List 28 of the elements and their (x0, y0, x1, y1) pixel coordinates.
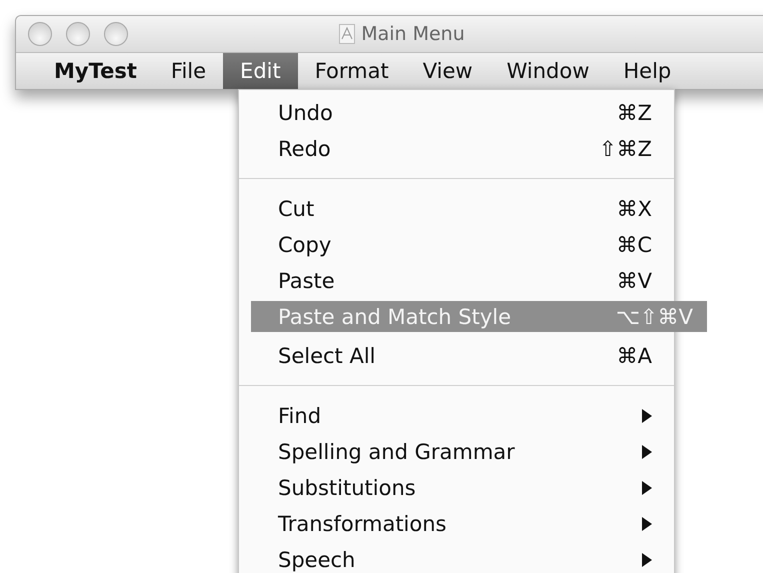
menu-bar-item[interactable]: Format (298, 53, 406, 89)
menu-item[interactable]: Transformations (239, 506, 674, 542)
submenu-arrow-icon (642, 517, 652, 531)
menu-item[interactable]: Substitutions (239, 470, 674, 506)
document-icon (339, 24, 356, 44)
menu-bar-item[interactable]: MyTest (37, 53, 154, 89)
submenu-arrow-icon (642, 553, 652, 567)
menu-item[interactable]: Redo ⇧⌘Z (239, 131, 674, 167)
submenu-arrow-icon (642, 481, 652, 495)
window-title: Main Menu (361, 23, 465, 45)
menu-bar-item[interactable]: Edit (223, 53, 298, 89)
submenu-arrow-icon (642, 445, 652, 459)
menu-bar-item[interactable]: File (154, 53, 224, 89)
menu-item[interactable]: Select All ⌘A (239, 338, 674, 374)
menu-bar-item[interactable]: View (406, 53, 490, 89)
zoom-button[interactable] (104, 22, 128, 46)
close-button[interactable] (28, 22, 52, 46)
menu-bar-item[interactable]: Help (606, 53, 688, 89)
menu-item[interactable]: Undo ⌘Z (239, 95, 674, 131)
minimize-button[interactable] (66, 22, 90, 46)
menu-item[interactable]: Find (239, 398, 674, 434)
menu-bar-item[interactable]: Window (490, 53, 606, 89)
submenu-arrow-icon (642, 409, 652, 423)
menu-item[interactable]: Speech (239, 542, 674, 573)
menu-item[interactable]: Copy ⌘C (239, 227, 674, 263)
menu-item[interactable]: Spelling and Grammar (239, 434, 674, 470)
menu-item[interactable]: Paste ⌘V (239, 263, 674, 299)
menu-item[interactable]: Cut ⌘X (239, 191, 674, 227)
